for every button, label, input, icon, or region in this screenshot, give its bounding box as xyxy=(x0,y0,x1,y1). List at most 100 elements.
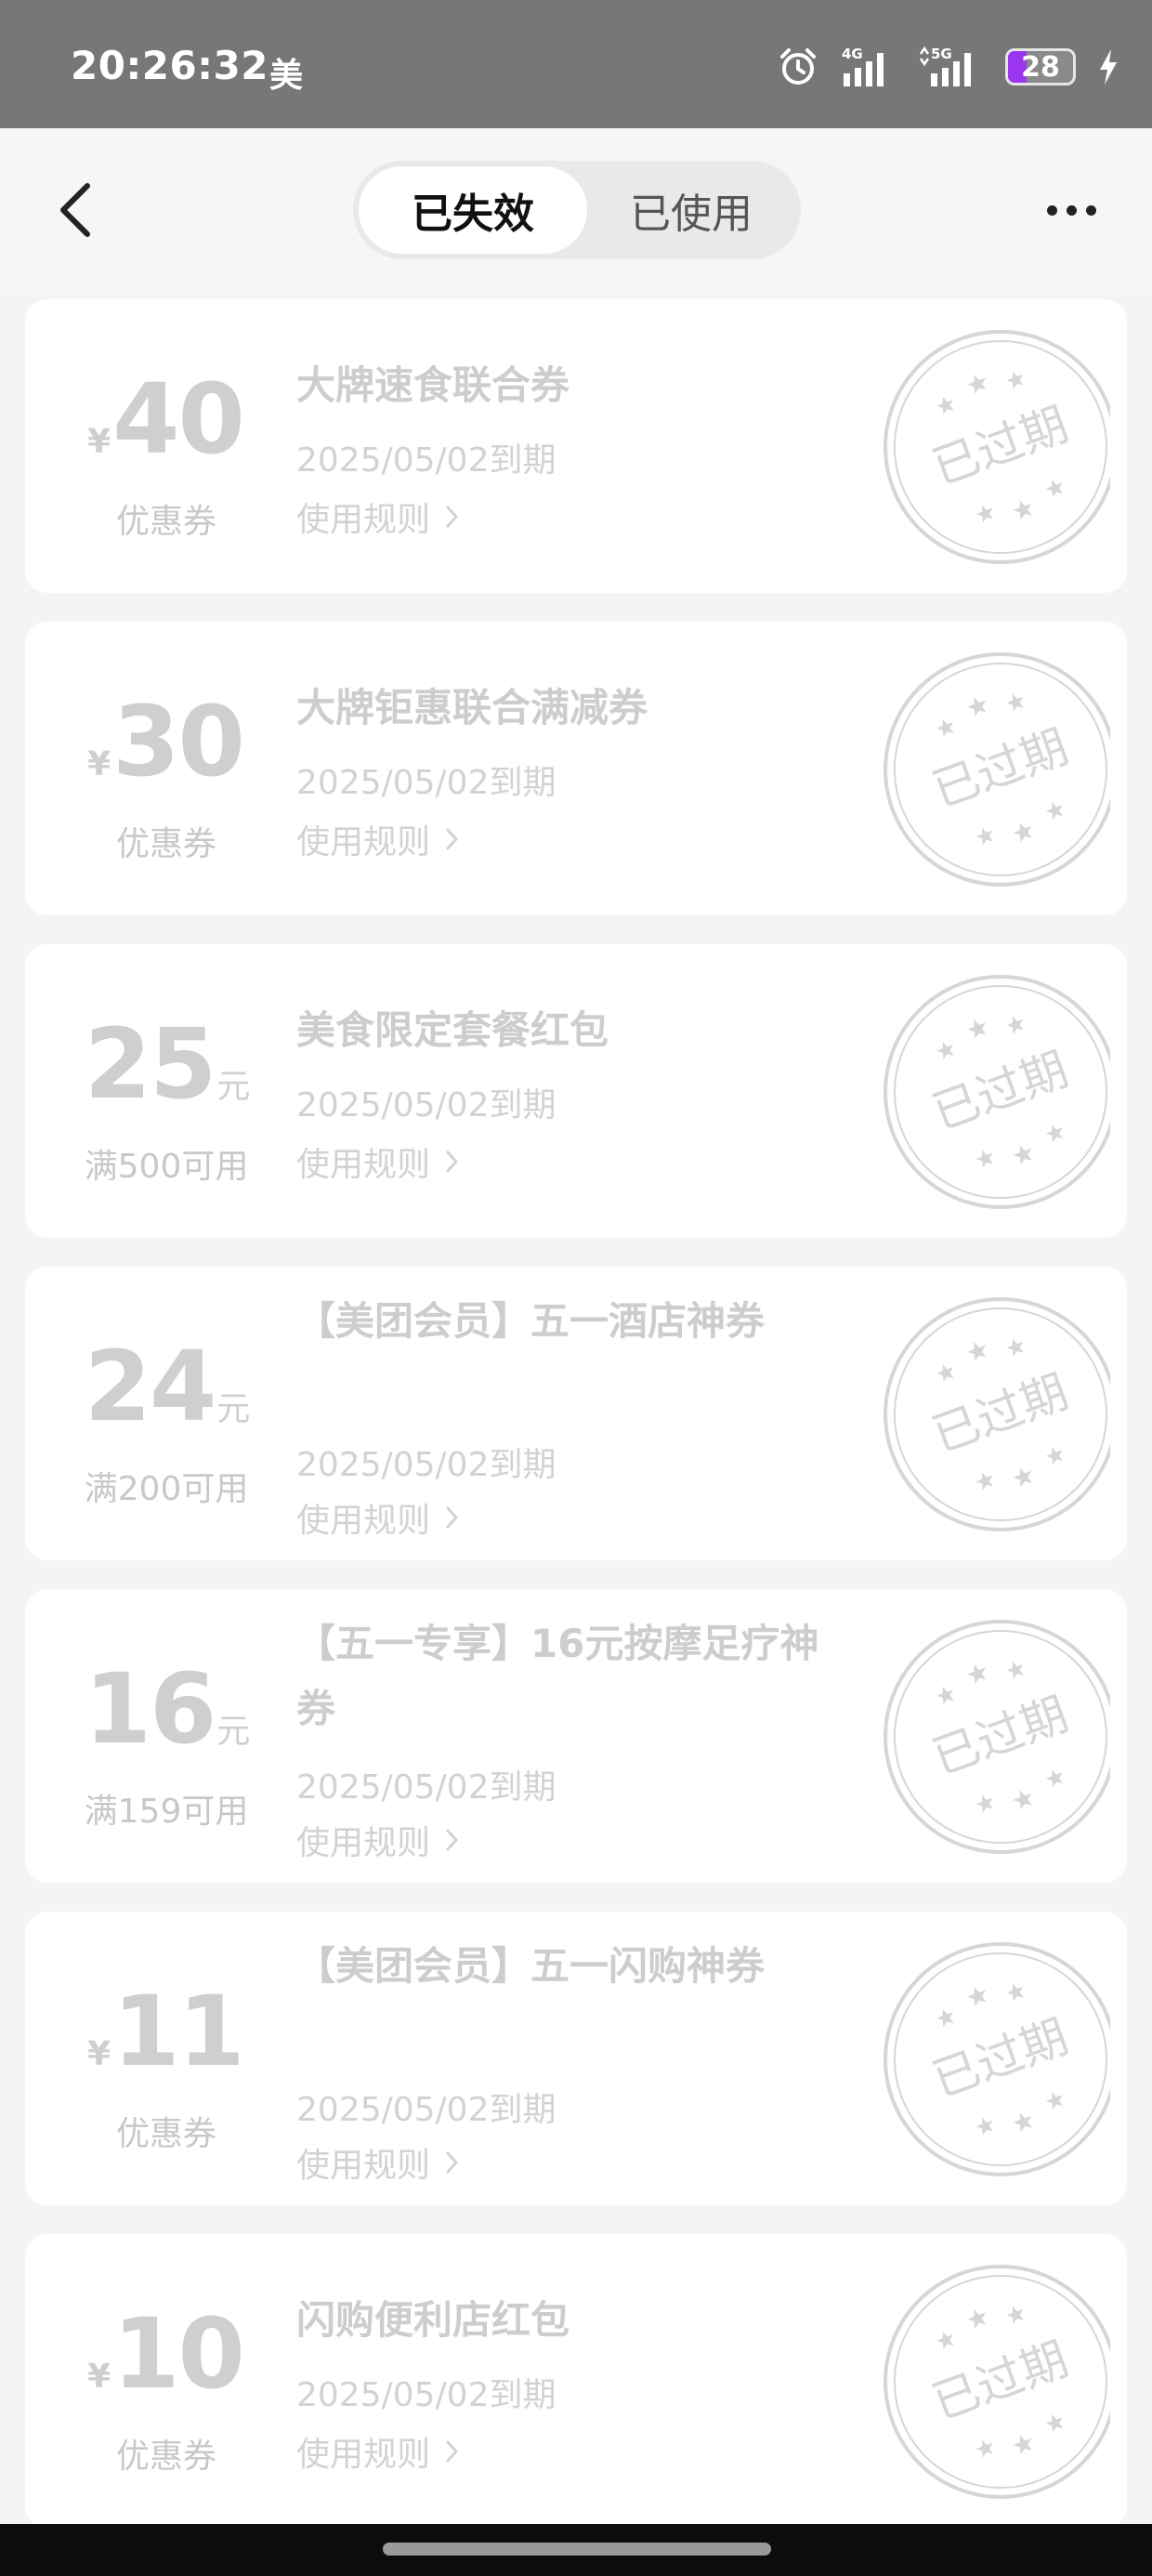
more-dot-icon xyxy=(1066,204,1077,216)
star-icon xyxy=(975,505,993,523)
battery-indicator: 28 xyxy=(1005,48,1076,85)
home-indicator[interactable] xyxy=(383,2543,771,2556)
coupon-rules-label: 使用规则 xyxy=(296,501,431,539)
coupon-info: 大牌速食联合券 2025/05/02到期 使用规则 xyxy=(296,299,854,593)
star-icon xyxy=(967,1987,987,2006)
coupon-card[interactable]: ¥11 优惠券 【美团会员】五一闪购神券 2025/05/02到期 使用规则 已… xyxy=(25,1912,1127,2205)
status-segmented-control: 已失效 已使用 xyxy=(353,161,801,259)
star-icon xyxy=(975,1794,993,1813)
back-button[interactable] xyxy=(46,173,102,247)
tab-expired[interactable]: 已失效 xyxy=(359,166,587,254)
coupon-card[interactable]: ¥40 优惠券 大牌速食联合券 2025/05/02到期 使用规则 已过期 xyxy=(25,299,1127,593)
more-dot-icon xyxy=(1085,204,1096,216)
chevron-right-icon xyxy=(445,2150,459,2175)
star-icon xyxy=(1045,2414,1064,2433)
coupon-value: 24 xyxy=(84,1330,217,1443)
coupon-title: 【美团会员】五一酒店神券 xyxy=(296,1298,766,1344)
stamp-body: 已过期 xyxy=(925,693,1075,846)
stamp-body: 已过期 xyxy=(925,2306,1075,2458)
expired-stamp: 已过期 xyxy=(880,2262,1110,2502)
coupon-value: 40 xyxy=(112,362,245,476)
chevron-right-icon xyxy=(445,827,459,851)
more-options-button[interactable] xyxy=(1039,190,1104,230)
coupon-amount: ¥11 优惠券 xyxy=(25,1912,308,2205)
coupon-amount: 25元 满500可用 xyxy=(25,944,308,1238)
coupon-expiry: 2025/05/02到期 xyxy=(296,1086,556,1124)
stamp-body: 已过期 xyxy=(925,1338,1075,1491)
star-icon xyxy=(1045,480,1064,498)
coupon-value: 11 xyxy=(112,1975,245,2088)
stamp-body: 已过期 xyxy=(925,1661,1075,1813)
coupon-rules-label: 使用规则 xyxy=(296,2147,431,2185)
star-icon xyxy=(975,2439,993,2458)
star-icon xyxy=(1006,1983,1024,2002)
coupon-rules-link[interactable]: 使用规则 xyxy=(296,2427,460,2476)
expired-stamp: 已过期 xyxy=(880,1295,1110,1534)
stamp-body: 已过期 xyxy=(925,1016,1075,1168)
coupon-info: 闪购便利店红包 2025/05/02到期 使用规则 xyxy=(296,2234,854,2528)
coupon-amount: ¥10 优惠券 xyxy=(25,2234,308,2528)
coupon-rules-link[interactable]: 使用规则 xyxy=(296,1137,460,1186)
chevron-left-icon xyxy=(60,183,90,237)
network-1-label: 4G xyxy=(842,46,863,62)
coupon-value: 16 xyxy=(84,1652,217,1766)
coupon-rules-label: 使用规则 xyxy=(296,823,431,861)
coupon-expiry: 2025/05/02到期 xyxy=(296,2091,556,2129)
coupon-card[interactable]: 25元 满500可用 美食限定套餐红包 2025/05/02到期 使用规则 已过… xyxy=(25,944,1127,1238)
coupon-condition: 满500可用 xyxy=(84,1148,249,1186)
coupon-rules-link[interactable]: 使用规则 xyxy=(296,1816,460,1864)
star-icon xyxy=(975,1472,993,1491)
status-app-indicator: 美 xyxy=(269,57,304,95)
tab-used[interactable]: 已使用 xyxy=(587,166,795,254)
coupon-card[interactable]: 16元 满159可用 【五一专享】16元按摩足疗神券 2025/05/02到期 … xyxy=(25,1589,1127,1883)
star-icon xyxy=(975,1150,993,1168)
star-icon xyxy=(1013,2435,1032,2455)
coupon-value: 10 xyxy=(112,2297,245,2411)
star-icon xyxy=(1013,2112,1032,2133)
expired-stamp: 已过期 xyxy=(880,650,1110,889)
coupon-card[interactable]: ¥10 优惠券 闪购便利店红包 2025/05/02到期 使用规则 已过期 xyxy=(25,2234,1127,2528)
coupon-currency: ¥ xyxy=(87,423,111,461)
coupon-rules-link[interactable]: 使用规则 xyxy=(296,1493,460,1542)
coupon-amount: ¥40 优惠券 xyxy=(25,299,308,593)
star-icon xyxy=(1045,2092,1064,2110)
alarm-icon xyxy=(777,46,819,88)
star-icon xyxy=(936,2332,954,2350)
coupon-unit: 元 xyxy=(216,1068,251,1106)
coupon-info: 【五一专享】16元按摩足疗神券 2025/05/02到期 使用规则 xyxy=(296,1589,854,1883)
coupon-info: 美食限定套餐红包 2025/05/02到期 使用规则 xyxy=(296,944,854,1238)
chevron-right-icon xyxy=(445,1505,459,1530)
coupon-rules-link[interactable]: 使用规则 xyxy=(296,2138,460,2187)
coupon-amount: 24元 满200可用 xyxy=(25,1267,308,1560)
star-icon xyxy=(1013,1790,1032,1810)
expired-stamp: 已过期 xyxy=(880,972,1110,1212)
status-icons: 4G 5G 28 xyxy=(777,41,1120,93)
coupon-currency: ¥ xyxy=(87,2358,111,2396)
star-icon xyxy=(1045,1769,1064,1788)
star-icon xyxy=(1013,1467,1032,1488)
chevron-right-icon xyxy=(445,1828,459,1852)
expired-stamp: 已过期 xyxy=(880,1617,1110,1857)
coupon-currency: ¥ xyxy=(87,745,111,783)
star-icon xyxy=(1006,2306,1024,2324)
star-icon xyxy=(1045,1447,1064,1465)
coupon-rules-link[interactable]: 使用规则 xyxy=(296,815,460,863)
chevron-right-icon xyxy=(445,2439,459,2464)
status-time: 20:26:32 xyxy=(71,43,268,88)
coupon-condition: 优惠券 xyxy=(115,2438,216,2476)
coupon-card[interactable]: ¥30 优惠券 大牌钜惠联合满减券 2025/05/02到期 使用规则 已过期 xyxy=(25,622,1127,915)
star-icon xyxy=(1006,693,1024,712)
signal-4g-icon: 4G xyxy=(840,46,897,88)
expired-stamp: 已过期 xyxy=(880,1939,1110,2179)
coupon-title: 大牌速食联合券 xyxy=(296,362,570,408)
star-icon xyxy=(1045,1124,1064,1143)
coupon-info: 【美团会员】五一酒店神券 2025/05/02到期 使用规则 xyxy=(296,1267,854,1560)
star-icon xyxy=(967,375,987,394)
coupon-rules-link[interactable]: 使用规则 xyxy=(296,493,460,541)
coupon-card[interactable]: 24元 满200可用 【美团会员】五一酒店神券 2025/05/02到期 使用规… xyxy=(25,1267,1127,1560)
coupon-currency: ¥ xyxy=(87,2035,111,2073)
coupon-title: 【美团会员】五一闪购神券 xyxy=(296,1943,766,1989)
chevron-right-icon xyxy=(445,505,459,529)
coupon-rules-label: 使用规则 xyxy=(296,2436,431,2474)
stamp-body: 已过期 xyxy=(925,1983,1075,2136)
